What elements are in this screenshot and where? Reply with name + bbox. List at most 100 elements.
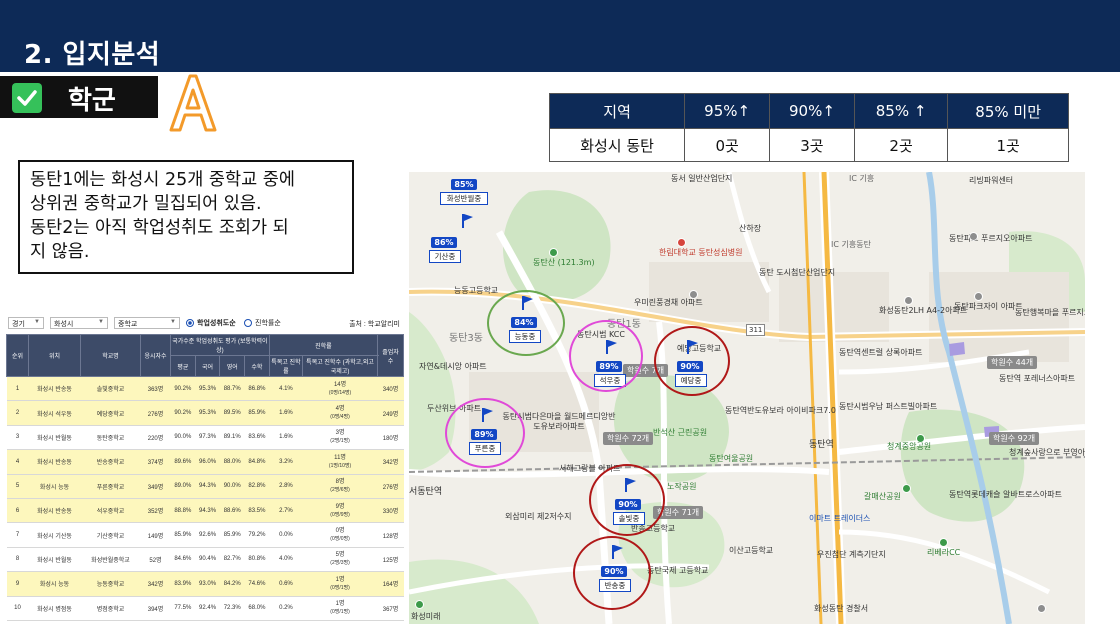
average-cell: 90.2% (170, 400, 196, 426)
special-count-cell: 14명 (0명/14명) (302, 376, 378, 402)
summary-cell: 0곳 (684, 128, 771, 162)
table-row: 5 화성시 능동 푸른중학교 349명 89.0% 94.3% 90.0% 82.8% 2.8%… (6, 474, 404, 499)
map-label: 동탄역 (809, 440, 834, 450)
apartment-icon (1037, 604, 1046, 613)
map-label: 동탄3동 (449, 333, 483, 344)
special-rate-cell: 2.7% (269, 498, 303, 524)
graduates-cell: 128명 (377, 522, 404, 548)
graduates-cell: 340명 (377, 376, 404, 402)
special-count-total: 5명 (335, 552, 345, 559)
map-label: IC 기흥동탄 (831, 240, 871, 249)
pin-school-name: 기산중 (429, 250, 461, 263)
map-label: 우미린풍경채 아파트 (634, 298, 703, 307)
map-label: 이마트 트레이더스 (809, 514, 871, 523)
special-rate-cell: 0.2% (269, 596, 303, 621)
english-cell: 85.9% (219, 522, 245, 548)
special-rate-cell: 0.0% (269, 522, 303, 548)
rank-cell: 5 (6, 474, 29, 499)
column-header: 수학 (244, 355, 270, 377)
apartment-icon (904, 296, 913, 305)
description-box: 동탄1에는 화성시 25개 중학교 중에 상위권 중학교가 밀집되어 있음. 동… (18, 160, 354, 274)
special-count-cell: 1명 (0명/1명) (302, 596, 378, 621)
table-row: 1 화성시 반송동 솔빛중학교 363명 90.2% 95.3% 88.7% 86.8% 4.1… (6, 376, 404, 402)
map-label: 동탄역 포레너스아파트 (999, 374, 1076, 383)
map-label: 반석산 근린공원 (653, 428, 708, 437)
average-cell: 90.2% (170, 376, 196, 402)
map-label: 화성동탄2LH A4-2아파트 (879, 306, 968, 315)
english-cell: 72.3% (219, 596, 245, 621)
examinees-cell: 276명 (140, 400, 171, 426)
golf-icon (939, 538, 948, 547)
special-count-cell: 3명 (2명/1명) (302, 425, 378, 451)
special-rate-cell: 2.8% (269, 474, 303, 499)
map-label: 동탄역센트럴 상록아파트 (839, 348, 923, 357)
special-count-total: 8명 (335, 479, 345, 486)
special-count-detail: (0명/1명) (330, 609, 350, 616)
graduates-cell: 276명 (377, 474, 404, 499)
radio-achievement[interactable]: 학업성취도순 (186, 318, 236, 328)
special-count-cell: 4명 (0명/4명) (302, 400, 378, 426)
examinees-cell: 342명 (140, 571, 171, 597)
highlight-ring-red (573, 536, 651, 610)
highlight-ring-pink (445, 398, 525, 468)
description-line: 동탄2는 아직 학업성취도 조회가 되 (30, 218, 289, 238)
math-cell: 84.8% (244, 449, 270, 475)
average-cell: 88.8% (170, 498, 196, 524)
english-cell: 90.0% (219, 474, 245, 499)
special-count-detail: (2명/1명) (330, 438, 350, 445)
map-view[interactable]: 동서 일반산업단지 IC 기흥 리빙파워센터 산하장 IC 기흥동탄 동탄산 (… (409, 172, 1085, 624)
summary-cell: 3곳 (769, 128, 855, 162)
school-name-cell: 능동중학교 (80, 571, 141, 597)
highlight-ring-red (589, 464, 665, 536)
graduates-cell: 342명 (377, 449, 404, 475)
rank-cell: 4 (6, 449, 29, 475)
map-label: 갈매산공원 (864, 492, 901, 501)
examinees-cell: 363명 (140, 376, 171, 402)
special-count-detail: (0명/4명) (330, 414, 350, 421)
average-cell: 84.6% (170, 547, 196, 573)
column-header: 국어 (194, 355, 221, 377)
column-header: 순위 (6, 334, 29, 377)
average-cell: 85.9% (170, 522, 196, 548)
level-select[interactable]: 중학교 ▼ (114, 317, 180, 329)
highlight-ring-pink (569, 320, 643, 392)
map-label: 이산고등학교 (729, 546, 774, 555)
column-header: 졸업자 수 (377, 334, 404, 377)
table-row: 3 화성시 반월동 동탄중학교 220명 90.0% 97.3% 89.1% 83.6% 1.6… (6, 425, 404, 451)
korean-cell: 94.3% (195, 498, 220, 524)
city-select[interactable]: 화성시 ▼ (50, 317, 108, 329)
level-select-value: 중학교 (118, 321, 138, 328)
highlight-ring-green (487, 290, 565, 356)
column-header: 영어 (219, 355, 246, 377)
special-count-cell: 0명 (0명/0명) (302, 522, 378, 548)
map-label: 리빙파워센터 (969, 176, 1014, 185)
table-row: 7 화성시 기산동 기산중학교 149명 85.9% 92.6% 85.9% 79.2% 0.0… (6, 522, 404, 548)
map-label: 우진첨단 계측기단지 (817, 550, 886, 559)
map-label: 동탄행복마을 푸르지오와핀트5 (1015, 308, 1085, 317)
examinees-cell: 149명 (140, 522, 171, 548)
average-cell: 83.9% (170, 571, 196, 597)
special-count-detail: (1명/10명) (328, 462, 352, 469)
rank-cell: 6 (6, 498, 29, 524)
special-count-cell: 9명 (0명/9명) (302, 498, 378, 524)
school-name-cell: 병점중학교 (80, 596, 141, 621)
source-note: 출처 : 학교알리미 (349, 321, 400, 328)
examinees-cell: 52명 (140, 547, 171, 573)
dropdown-arrow-icon: ▼ (34, 319, 40, 325)
school-pin-banwol[interactable]: 85% 화성반월중 (440, 172, 488, 205)
korean-cell: 95.3% (195, 400, 220, 426)
rank-cell: 8 (6, 547, 29, 573)
summary-table: 지역 95%↑ 90%↑ 85% ↑ 85% 미만 화성시 동탄 0곳 3곳 2… (548, 93, 1069, 162)
school-pin-gisan[interactable]: 86% 기산중 (429, 230, 461, 263)
korean-cell: 92.4% (195, 596, 220, 621)
column-header: 국가수준 학업성취도 평가 (보통학력이상) (170, 334, 270, 356)
summary-cell: 화성시 동탄 (548, 128, 686, 162)
pin-school-name: 화성반월중 (440, 192, 488, 205)
graduates-cell: 367명 (377, 596, 404, 621)
radio-admission[interactable]: 진학률순 (244, 318, 281, 328)
graduates-cell: 125명 (377, 547, 404, 573)
english-cell: 89.1% (219, 425, 245, 451)
special-count-detail: (0명/14명) (328, 389, 352, 396)
region-select[interactable]: 경기 ▼ (8, 317, 44, 329)
special-count-cell: 5명 (2명/3명) (302, 547, 378, 573)
